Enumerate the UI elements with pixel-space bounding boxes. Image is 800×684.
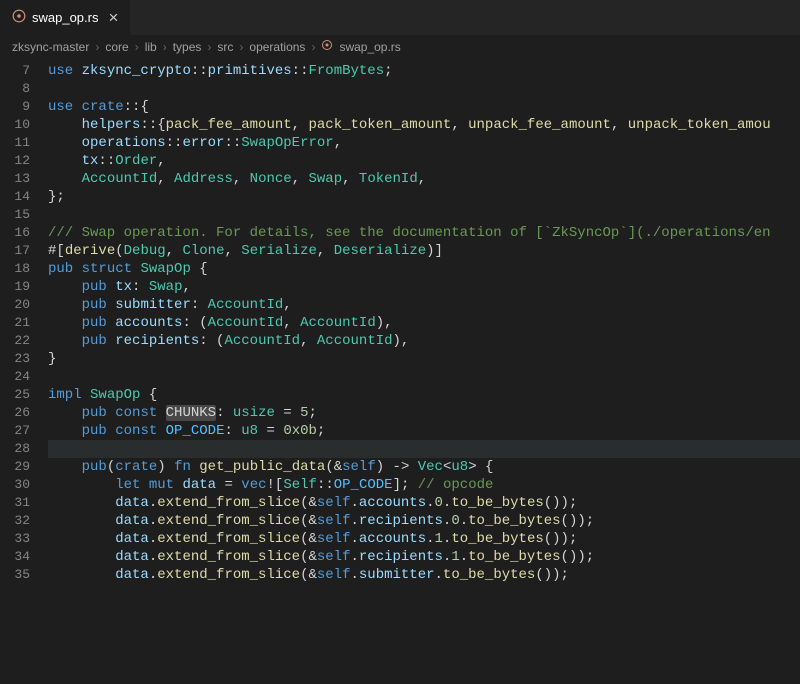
code-line[interactable]: impl SwapOp {: [48, 386, 800, 404]
code-line[interactable]: data.extend_from_slice(&self.accounts.0.…: [48, 494, 800, 512]
line-number: 17: [0, 242, 48, 260]
code-line[interactable]: pub recipients: (AccountId, AccountId),: [48, 332, 800, 350]
code-line[interactable]: data.extend_from_slice(&self.submitter.t…: [48, 566, 800, 584]
breadcrumb-seg-5[interactable]: operations: [249, 40, 305, 54]
code-line[interactable]: [48, 440, 800, 458]
rust-icon: [12, 9, 26, 26]
line-number: 19: [0, 278, 48, 296]
breadcrumb-seg-4[interactable]: src: [217, 40, 233, 54]
breadcrumb-file[interactable]: swap_op.rs: [339, 40, 400, 54]
code-line[interactable]: data.extend_from_slice(&self.recipients.…: [48, 512, 800, 530]
code-line[interactable]: pub submitter: AccountId,: [48, 296, 800, 314]
line-number: 15: [0, 206, 48, 224]
chevron-right-icon: ›: [95, 40, 99, 54]
breadcrumb-seg-2[interactable]: lib: [145, 40, 157, 54]
code-line[interactable]: pub const CHUNKS: usize = 5;: [48, 404, 800, 422]
line-number: 13: [0, 170, 48, 188]
line-number: 26: [0, 404, 48, 422]
code-line[interactable]: pub accounts: (AccountId, AccountId),: [48, 314, 800, 332]
code-line[interactable]: pub tx: Swap,: [48, 278, 800, 296]
code-line[interactable]: use crate::{: [48, 98, 800, 116]
line-number: 29: [0, 458, 48, 476]
line-number: 11: [0, 134, 48, 152]
code-line[interactable]: AccountId, Address, Nonce, Swap, TokenId…: [48, 170, 800, 188]
line-number: 10: [0, 116, 48, 134]
breadcrumb-seg-3[interactable]: types: [173, 40, 202, 54]
line-number: 16: [0, 224, 48, 242]
code-line[interactable]: use zksync_crypto::primitives::FromBytes…: [48, 62, 800, 80]
code-line[interactable]: #[derive(Debug, Clone, Serialize, Deseri…: [48, 242, 800, 260]
chevron-right-icon: ›: [163, 40, 167, 54]
rust-icon: [321, 39, 333, 54]
line-number: 27: [0, 422, 48, 440]
line-number: 8: [0, 80, 48, 98]
code-content[interactable]: use zksync_crypto::primitives::FromBytes…: [48, 62, 800, 584]
line-number: 21: [0, 314, 48, 332]
chevron-right-icon: ›: [311, 40, 315, 54]
line-number: 31: [0, 494, 48, 512]
line-number: 14: [0, 188, 48, 206]
code-line[interactable]: [48, 206, 800, 224]
breadcrumb[interactable]: zksync-master › core › lib › types › src…: [0, 35, 800, 58]
code-line[interactable]: tx::Order,: [48, 152, 800, 170]
code-line[interactable]: }: [48, 350, 800, 368]
line-number: 34: [0, 548, 48, 566]
tab-swap-op[interactable]: swap_op.rs ×: [0, 0, 130, 35]
tab-label: swap_op.rs: [32, 10, 98, 25]
line-number: 9: [0, 98, 48, 116]
chevron-right-icon: ›: [207, 40, 211, 54]
line-number: 12: [0, 152, 48, 170]
code-line[interactable]: pub const OP_CODE: u8 = 0x0b;: [48, 422, 800, 440]
line-number: 33: [0, 530, 48, 548]
line-number: 22: [0, 332, 48, 350]
code-line[interactable]: [48, 368, 800, 386]
chevron-right-icon: ›: [239, 40, 243, 54]
line-number: 35: [0, 566, 48, 584]
code-line[interactable]: /// Swap operation. For details, see the…: [48, 224, 800, 242]
code-line[interactable]: [48, 80, 800, 98]
line-number: 23: [0, 350, 48, 368]
close-icon[interactable]: ×: [108, 9, 118, 26]
line-number: 30: [0, 476, 48, 494]
tab-bar: swap_op.rs ×: [0, 0, 800, 35]
line-numbers: 7891011121314151617181920212223242526272…: [0, 62, 48, 584]
line-number: 24: [0, 368, 48, 386]
code-line[interactable]: data.extend_from_slice(&self.accounts.1.…: [48, 530, 800, 548]
code-line[interactable]: helpers::{pack_fee_amount, pack_token_am…: [48, 116, 800, 134]
line-number: 28: [0, 440, 48, 458]
chevron-right-icon: ›: [135, 40, 139, 54]
line-number: 32: [0, 512, 48, 530]
code-line[interactable]: pub struct SwapOp {: [48, 260, 800, 278]
code-line[interactable]: data.extend_from_slice(&self.recipients.…: [48, 548, 800, 566]
code-line[interactable]: };: [48, 188, 800, 206]
line-number: 20: [0, 296, 48, 314]
line-number: 7: [0, 62, 48, 80]
line-number: 25: [0, 386, 48, 404]
breadcrumb-seg-1[interactable]: core: [105, 40, 128, 54]
breadcrumb-seg-0[interactable]: zksync-master: [12, 40, 89, 54]
code-line[interactable]: operations::error::SwapOpError,: [48, 134, 800, 152]
code-line[interactable]: let mut data = vec![Self::OP_CODE]; // o…: [48, 476, 800, 494]
code-editor[interactable]: 7891011121314151617181920212223242526272…: [0, 58, 800, 584]
code-line[interactable]: pub(crate) fn get_public_data(&self) -> …: [48, 458, 800, 476]
line-number: 18: [0, 260, 48, 278]
